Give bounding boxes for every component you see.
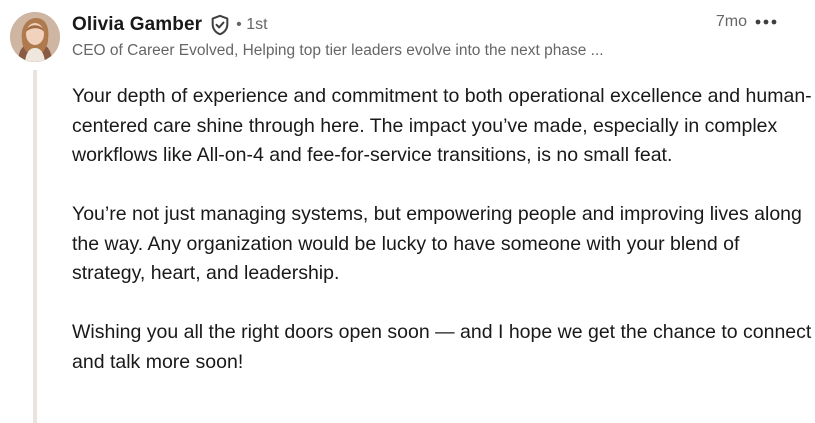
thread-line [33,70,37,423]
author-name[interactable]: Olivia Gamber [72,14,202,36]
comment-header: Olivia Gamber • 1st [72,12,268,38]
verified-shield-icon[interactable] [209,14,231,36]
comment-paragraph: You’re not just managing systems, but em… [72,203,802,284]
more-options-icon [755,19,777,25]
author-headline[interactable]: CEO of Career Evolved, Helping top tier … [72,42,702,60]
comment-timestamp: 7mo [715,13,747,30]
comment-paragraph: Your depth of experience and commitment … [72,85,812,166]
comment-card: Olivia Gamber • 1st CEO of Career Evolve… [0,0,815,423]
connection-degree: • 1st [236,16,268,33]
comment-text: Your depth of experience and commitment … [72,82,812,377]
avatar[interactable] [10,12,60,62]
comment-paragraph: Wishing you all the right doors open soo… [72,321,812,373]
more-options-button[interactable] [753,10,779,34]
profile-photo-icon [10,12,60,62]
